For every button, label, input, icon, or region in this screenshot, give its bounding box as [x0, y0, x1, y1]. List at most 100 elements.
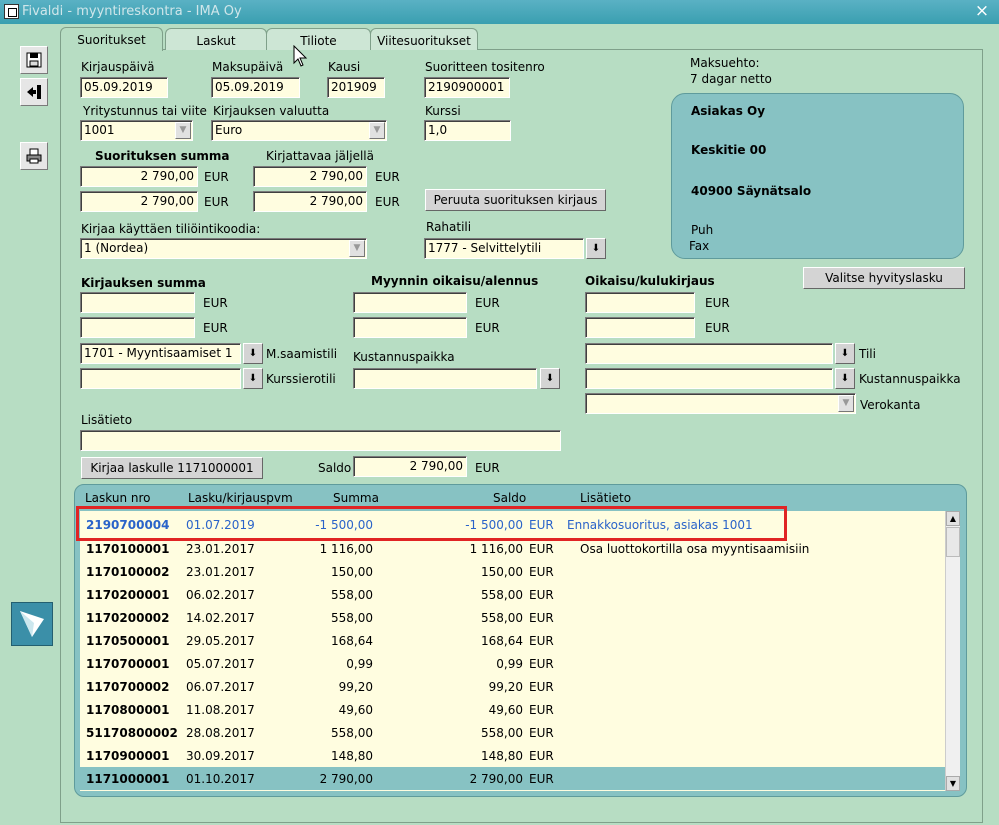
save-button[interactable] [20, 46, 48, 74]
maksupaiva-field[interactable]: 05.09.2019 [211, 77, 300, 98]
kirjattavaa-jaljella-eur-field[interactable]: 2 790,00 [253, 191, 367, 212]
verokanta-label: Verokanta [860, 398, 921, 412]
col-header-laskun-nro[interactable]: Laskun nro [85, 491, 151, 505]
customer-fax: Fax [689, 239, 710, 253]
tili-field[interactable] [585, 343, 833, 364]
dropdown-arrow-icon[interactable]: ▼ [838, 395, 854, 412]
dropdown-arrow-icon[interactable]: ▼ [369, 122, 385, 139]
kirjattavaa-jaljella-label: Kirjattavaa jäljellä [266, 149, 374, 163]
verokanta-select[interactable]: ▼ [585, 393, 856, 414]
suorituksen-summa-label: Suorituksen summa [95, 149, 230, 163]
peruuta-button[interactable]: Peruuta suorituksen kirjaus [425, 189, 606, 211]
suorituksen-summa-eur-field[interactable]: 2 790,00 [80, 191, 198, 212]
tili-lookup-button[interactable]: ⬇ [835, 343, 855, 364]
kirjauksen-summa-eur-field[interactable] [80, 317, 195, 338]
app-icon [4, 4, 19, 19]
kulukirjaus-eur-field[interactable] [585, 317, 695, 338]
valuutta-select[interactable]: Euro ▼ [211, 120, 387, 141]
table-row-selected[interactable]: 1171000001 01.10.2017 2 790,00 2 790,00 EUR [80, 767, 945, 790]
kulukirjaus-label: Oikaisu/kulukirjaus [585, 274, 715, 288]
maksupaiva-label: Maksupäivä [212, 60, 284, 74]
scroll-down-icon[interactable]: ▼ [946, 776, 960, 791]
tiliointikoodi-select[interactable]: 1 (Nordea) ▼ [80, 238, 367, 259]
valuutta-label: Kirjauksen valuutta [213, 104, 330, 118]
kulu-kustannuspaikka-lookup-button[interactable]: ⬇ [835, 368, 855, 389]
msaamistili-label: M.saamistili [266, 347, 338, 361]
kausi-field[interactable]: 201909 [327, 77, 385, 98]
exit-button[interactable] [20, 78, 48, 106]
oikaisu-field[interactable] [353, 292, 467, 313]
currency-label: EUR [475, 296, 500, 310]
rahatili-field[interactable]: 1777 - Selvittelytili [424, 238, 584, 259]
kirjauspaiva-label: Kirjauspäivä [81, 60, 155, 74]
table-row[interactable]: 1170800001 11.08.2017 49,60 49,60 EUR [80, 698, 945, 721]
kurssi-field[interactable]: 1,0 [424, 120, 511, 141]
table-row[interactable]: 1170200002 14.02.2017 558,00 558,00 EUR [80, 606, 945, 629]
dropdown-arrow-icon[interactable]: ▼ [349, 240, 365, 257]
table-row[interactable]: 1170700001 05.07.2017 0,99 0,99 EUR [80, 652, 945, 675]
tab-viitesuoritukset[interactable]: Viitesuoritukset [370, 28, 478, 50]
table-row[interactable]: 1170900001 30.09.2017 148,80 148,80 EUR [80, 744, 945, 767]
title-bar: Fivaldi - myyntireskontra - IMA Oy × [0, 0, 999, 24]
kirjaa-laskulle-button[interactable]: Kirjaa laskulle 1171000001 [81, 457, 263, 479]
col-header-summa[interactable]: Summa [333, 491, 379, 505]
yritystunnus-label: Yritystunnus tai viite [83, 104, 207, 118]
kurssierotili-lookup-button[interactable]: ⬇ [243, 368, 263, 389]
col-header-saldo[interactable]: Saldo [493, 491, 526, 505]
window-title: Fivaldi - myyntireskontra - IMA Oy [22, 4, 242, 19]
exit-icon [27, 85, 41, 99]
close-button[interactable]: × [972, 2, 992, 21]
table-row[interactable]: 1170200001 06.02.2017 558,00 558,00 EUR [80, 583, 945, 606]
kulukirjaus-field[interactable] [585, 292, 695, 313]
currency-label: EUR [705, 321, 730, 335]
invoice-list: 2190700004 01.07.2019 -1 500,00 -1 500,00 EU… [80, 511, 945, 791]
kustannuspaikka-lookup-button[interactable]: ⬇ [540, 368, 560, 389]
table-row[interactable]: 51170800002 28.08.2017 558,00 558,00 EUR [80, 721, 945, 744]
tositenro-field[interactable]: 2190900001 [424, 77, 510, 98]
kirjattavaa-jaljella-field[interactable]: 2 790,00 [253, 166, 367, 187]
currency-label: EUR [375, 195, 400, 209]
msaamistili-field[interactable]: 1701 - Myyntisaamiset 1 [80, 343, 241, 364]
valitse-hyvityslasku-button[interactable]: Valitse hyvityslasku [803, 267, 965, 289]
customer-street: Keskitie 00 [691, 143, 767, 157]
highlight-box [76, 506, 787, 541]
dropdown-arrow-icon[interactable]: ▼ [175, 122, 191, 139]
customer-city: 40900 Säynätsalo [691, 184, 812, 198]
grid-scrollbar[interactable]: ▲ ▼ [945, 511, 960, 791]
table-row[interactable]: 1170500001 29.05.2017 168,64 168,64 EUR [80, 629, 945, 652]
col-header-lisatieto[interactable]: Lisätieto [580, 491, 631, 505]
kausi-label: Kausi [328, 60, 361, 74]
maksuehto-value: 7 dagar netto [690, 72, 772, 86]
kulu-kustannuspaikka-field[interactable] [585, 368, 833, 389]
kurssierotili-field[interactable] [80, 368, 241, 389]
yritystunnus-field[interactable]: 1001 ▼ [80, 120, 193, 141]
print-button[interactable] [20, 142, 48, 170]
customer-info-box: Asiakas Oy Keskitie 00 40900 Säynätsalo … [671, 93, 964, 259]
tab-tiliote[interactable]: Tiliote [266, 28, 371, 50]
tab-suoritukset[interactable]: Suoritukset [60, 27, 163, 51]
saldo-label: Saldo [318, 461, 352, 475]
msaamistili-lookup-button[interactable]: ⬇ [243, 343, 263, 364]
tab-laskut[interactable]: Laskut [165, 28, 267, 50]
scroll-up-icon[interactable]: ▲ [946, 511, 960, 526]
tili-label: Tili [859, 347, 876, 361]
currency-label: EUR [204, 170, 229, 184]
oikaisu-label: Myynnin oikaisu/alennus [371, 274, 539, 288]
kurssi-label: Kurssi [425, 104, 461, 118]
kustannuspaikka-field[interactable] [353, 368, 537, 389]
tositenro-label: Suoritteen tositenro [425, 60, 545, 74]
col-header-pvm[interactable]: Lasku/kirjauspvm [188, 491, 293, 505]
table-row[interactable]: 1170100002 23.01.2017 150,00 150,00 EUR [80, 560, 945, 583]
oikaisu-eur-field[interactable] [353, 317, 467, 338]
scroll-thumb[interactable] [946, 527, 960, 557]
kirjauksen-summa-field[interactable] [80, 292, 195, 313]
rahatili-lookup-button[interactable]: ⬇ [586, 238, 606, 259]
currency-label: EUR [203, 296, 228, 310]
table-row[interactable]: 1170700002 06.07.2017 99,20 99,20 EUR [80, 675, 945, 698]
kirjauspaiva-field[interactable]: 05.09.2019 [80, 77, 168, 98]
suorituksen-summa-field[interactable]: 2 790,00 [80, 166, 198, 187]
lisatieto-field[interactable] [80, 430, 561, 451]
logo-icon [11, 602, 53, 646]
kurssierotili-label: Kurssierotili [266, 372, 336, 386]
mouse-cursor-icon [293, 45, 308, 67]
